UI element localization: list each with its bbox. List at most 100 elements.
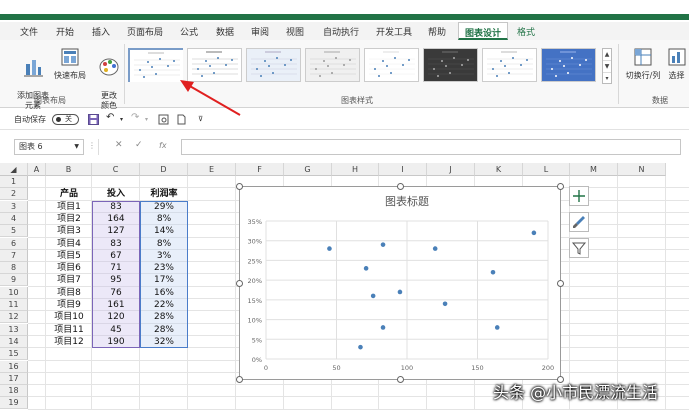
chart-style-6[interactable] bbox=[423, 48, 478, 82]
tab-page-layout[interactable]: 页面布局 bbox=[127, 25, 163, 38]
name-box[interactable]: 图表 6 ▼ bbox=[14, 139, 84, 155]
data-point[interactable] bbox=[432, 246, 438, 251]
table-cell[interactable]: 项目2 bbox=[46, 213, 92, 225]
row-header-16[interactable]: 16 bbox=[0, 360, 28, 373]
row-header-2[interactable]: 2 bbox=[0, 188, 28, 201]
tab-automate[interactable]: 自动执行 bbox=[323, 25, 359, 38]
row-header-6[interactable]: 6 bbox=[0, 237, 28, 250]
table-cell[interactable]: 项目12 bbox=[46, 336, 92, 348]
table-cell[interactable]: 83 bbox=[92, 238, 140, 250]
table-cell[interactable]: 8% bbox=[140, 238, 188, 250]
tab-review[interactable]: 审阅 bbox=[251, 25, 269, 38]
chart-style-4[interactable] bbox=[305, 48, 360, 82]
table-cell[interactable]: 项目1 bbox=[46, 201, 92, 213]
table-cell[interactable]: 71 bbox=[92, 262, 140, 274]
resize-handle-left[interactable] bbox=[236, 280, 243, 287]
row-header-10[interactable]: 10 bbox=[0, 286, 28, 299]
header-cell[interactable]: 产品 bbox=[46, 188, 92, 200]
column-header-K[interactable]: K bbox=[475, 163, 523, 176]
column-header-N[interactable]: N bbox=[618, 163, 666, 176]
chart-filters-button[interactable] bbox=[569, 238, 589, 258]
table-cell[interactable]: 95 bbox=[92, 274, 140, 286]
data-point[interactable] bbox=[370, 293, 376, 299]
table-cell[interactable]: 45 bbox=[92, 324, 140, 336]
table-cell[interactable]: 76 bbox=[92, 287, 140, 299]
column-header-C[interactable]: C bbox=[92, 163, 140, 176]
scatter-chart[interactable]: 图表标题 0% 5% 10% 15% 20% 25% 30% 35% 0 50 100 150 200 bbox=[239, 186, 561, 380]
row-header-17[interactable]: 17 bbox=[0, 372, 28, 385]
row-header-15[interactable]: 15 bbox=[0, 348, 28, 361]
table-cell[interactable]: 67 bbox=[92, 250, 140, 262]
name-box-dropdown-icon[interactable]: ▼ bbox=[74, 140, 79, 154]
quick-layout-button[interactable]: 快速布局 bbox=[52, 46, 88, 81]
header-cell[interactable]: 利润率 bbox=[140, 188, 188, 200]
tab-format[interactable]: 格式 bbox=[517, 25, 535, 38]
table-cell[interactable]: 23% bbox=[140, 262, 188, 274]
cancel-icon[interactable]: ✕ bbox=[115, 140, 123, 150]
table-cell[interactable]: 项目4 bbox=[46, 238, 92, 250]
column-header-B[interactable]: B bbox=[46, 163, 92, 176]
enter-icon[interactable]: ✓ bbox=[135, 140, 143, 150]
table-cell[interactable]: 项目6 bbox=[46, 262, 92, 274]
tab-chart-design[interactable]: 图表设计 bbox=[458, 22, 509, 40]
column-header-M[interactable]: M bbox=[570, 163, 618, 176]
tab-view[interactable]: 视图 bbox=[286, 25, 304, 38]
data-point[interactable] bbox=[397, 289, 403, 295]
chart-style-3[interactable] bbox=[246, 48, 301, 82]
resize-handle-top-left[interactable] bbox=[236, 183, 243, 190]
column-header-H[interactable]: H bbox=[332, 163, 379, 176]
chart-style-2[interactable] bbox=[187, 48, 242, 82]
gallery-down-icon[interactable]: ▼ bbox=[603, 61, 611, 73]
tab-help[interactable]: 帮助 bbox=[428, 25, 446, 38]
chart-title[interactable]: 图表标题 bbox=[385, 194, 429, 208]
table-cell[interactable]: 32% bbox=[140, 336, 188, 348]
data-point[interactable] bbox=[358, 344, 363, 350]
row-header-18[interactable]: 18 bbox=[0, 385, 28, 398]
table-cell[interactable]: 28% bbox=[140, 324, 188, 336]
row-header-11[interactable]: 11 bbox=[0, 299, 28, 311]
redo-dropdown-icon[interactable]: ▾ bbox=[145, 116, 148, 123]
row-header-12[interactable]: 12 bbox=[0, 311, 28, 324]
table-cell[interactable]: 项目11 bbox=[46, 324, 92, 336]
tab-formulas[interactable]: 公式 bbox=[180, 25, 198, 38]
resize-handle-bottom-left[interactable] bbox=[236, 376, 243, 383]
tab-developer[interactable]: 开发工具 bbox=[376, 25, 412, 38]
header-cell[interactable]: 投入 bbox=[92, 188, 140, 200]
table-cell[interactable]: 项目7 bbox=[46, 274, 92, 286]
table-cell[interactable]: 29% bbox=[140, 201, 188, 213]
column-header-G[interactable]: G bbox=[284, 163, 332, 176]
column-header-F[interactable]: F bbox=[236, 163, 284, 176]
column-header-L[interactable]: L bbox=[523, 163, 570, 176]
chart-style-1[interactable] bbox=[128, 48, 183, 82]
switch-row-column-button[interactable]: 切换行/列 bbox=[624, 46, 662, 81]
table-cell[interactable]: 28% bbox=[140, 311, 188, 323]
formula-input[interactable] bbox=[181, 139, 681, 155]
data-point[interactable] bbox=[363, 266, 369, 271]
select-all-corner[interactable]: ◢ bbox=[0, 163, 28, 176]
table-cell[interactable]: 190 bbox=[92, 336, 140, 348]
row-header-1[interactable]: 1 bbox=[0, 176, 28, 188]
table-cell[interactable]: 项目9 bbox=[46, 299, 92, 311]
table-cell[interactable]: 项目10 bbox=[46, 311, 92, 323]
new-document-icon[interactable] bbox=[176, 114, 187, 125]
row-header-4[interactable]: 4 bbox=[0, 212, 28, 225]
select-data-button[interactable]: 选择 bbox=[664, 46, 689, 81]
customize-qat-icon[interactable]: ⊽ bbox=[198, 115, 203, 123]
chart-elements-button[interactable] bbox=[569, 186, 589, 206]
table-cell[interactable]: 14% bbox=[140, 225, 188, 237]
table-cell[interactable]: 161 bbox=[92, 299, 140, 311]
table-cell[interactable]: 83 bbox=[92, 201, 140, 213]
gallery-up-icon[interactable]: ▲ bbox=[603, 49, 611, 61]
table-cell[interactable]: 22% bbox=[140, 299, 188, 311]
insert-function-icon[interactable]: fx bbox=[159, 141, 167, 150]
resize-handle-right[interactable] bbox=[557, 280, 564, 287]
resize-handle-top[interactable] bbox=[397, 183, 404, 190]
data-point[interactable] bbox=[490, 269, 496, 275]
print-preview-icon[interactable] bbox=[158, 114, 169, 125]
row-header-7[interactable]: 7 bbox=[0, 249, 28, 262]
tab-file[interactable]: 文件 bbox=[20, 25, 38, 38]
chart-styles-button[interactable] bbox=[569, 212, 589, 232]
row-header-8[interactable]: 8 bbox=[0, 262, 28, 275]
data-point[interactable] bbox=[380, 242, 386, 247]
change-colors-button[interactable]: 更改 颜色 bbox=[96, 46, 122, 111]
